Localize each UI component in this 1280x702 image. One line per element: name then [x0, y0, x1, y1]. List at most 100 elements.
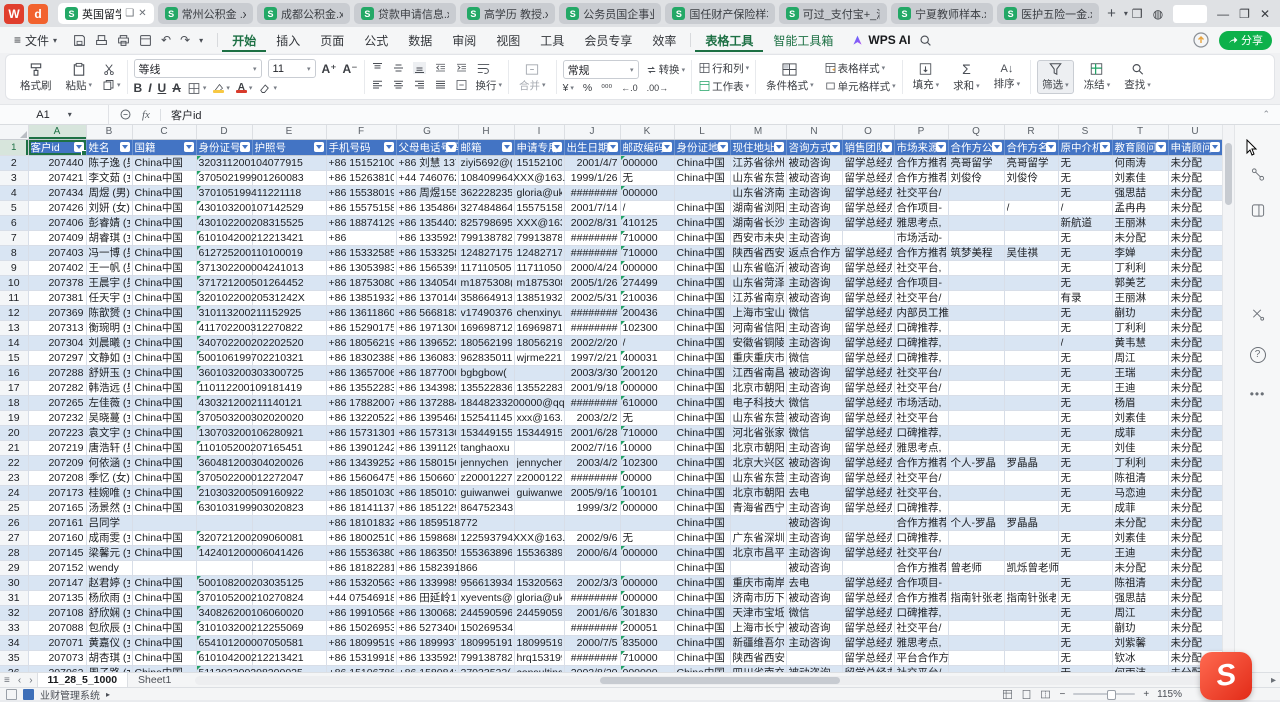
cell[interactable]: +86 56681836 — [396, 305, 458, 320]
cell[interactable]: 207265 — [28, 395, 86, 410]
cell[interactable]: China中国 — [132, 590, 196, 605]
cell[interactable]: 刘妍 (女) — [86, 200, 132, 215]
cell[interactable]: 2005/1/26 — [564, 275, 620, 290]
cell[interactable]: 无 — [1058, 650, 1112, 665]
cell[interactable]: 153205639 — [514, 575, 564, 590]
cell[interactable]: +86 1582391866 — [396, 560, 458, 575]
cell[interactable]: 2000/6/4 — [564, 545, 620, 560]
cell[interactable]: 郭美艺 — [1112, 275, 1168, 290]
cell[interactable]: 370503200302020020 — [196, 410, 252, 425]
sort-button[interactable]: A↓ 排序 — [990, 62, 1025, 92]
cell[interactable]: 微信 — [786, 350, 842, 365]
cell[interactable]: 未分配 — [1168, 515, 1222, 530]
cell[interactable]: 207160 — [28, 530, 86, 545]
cell[interactable]: 王晨宇 (男 — [86, 275, 132, 290]
cell[interactable]: 310103200212255069 — [196, 620, 252, 635]
cell[interactable]: 刘俊伶 — [1004, 170, 1058, 185]
cell[interactable]: +44 7460762888 — [396, 170, 458, 185]
cell[interactable]: 陈祖清 — [1112, 470, 1168, 485]
cell[interactable]: 内部员工推 — [894, 305, 948, 320]
cell[interactable]: 袁文宇 (女 — [86, 425, 132, 440]
filter-dropdown-icon[interactable] — [936, 142, 946, 152]
wps-logo[interactable]: W — [4, 4, 24, 24]
cell[interactable]: +86 田延岭1395 — [396, 590, 458, 605]
redo-icon[interactable]: ↷ — [180, 33, 190, 47]
header-cell[interactable]: 市场来源 — [894, 139, 948, 155]
fill-button[interactable]: 填充 — [909, 61, 944, 93]
row-number[interactable]: 15 — [0, 350, 28, 365]
cell[interactable]: 社交平台/ — [894, 365, 948, 380]
cell[interactable]: +86 18302388 — [326, 350, 396, 365]
cell[interactable]: 207219 — [28, 440, 86, 455]
cell[interactable]: 合作方推荐 — [894, 560, 948, 575]
cell[interactable] — [1004, 575, 1058, 590]
vertical-scrollbar-thumb[interactable] — [1225, 143, 1232, 205]
menu-tab-1[interactable]: 开始 — [222, 29, 266, 52]
cell[interactable]: 207223 — [28, 425, 86, 440]
cell[interactable]: 2001/9/18 — [564, 380, 620, 395]
cell[interactable]: +86 15731301 — [326, 425, 396, 440]
cell[interactable]: 2003/4/2 — [564, 455, 620, 470]
cell[interactable]: 410125 — [620, 215, 674, 230]
cell[interactable]: China中国 — [132, 290, 196, 305]
cell[interactable]: 500108200203035125 — [196, 575, 252, 590]
document-tab[interactable]: S常州公积金 .xlsx — [158, 3, 253, 24]
cell[interactable]: 社交平台/ — [894, 290, 948, 305]
cell[interactable]: 2003/3/30 — [564, 365, 620, 380]
header-cell[interactable]: 邮箱 — [458, 139, 514, 155]
cell[interactable]: 山东省东营 — [730, 170, 786, 185]
cell[interactable]: 411702200312270822 — [196, 320, 252, 335]
cell[interactable]: +86 15332585 — [326, 245, 396, 260]
cell[interactable]: 207304 — [28, 335, 86, 350]
cell[interactable] — [948, 275, 1004, 290]
preview-icon[interactable] — [139, 34, 152, 47]
cell[interactable] — [786, 650, 842, 665]
layout-panel-icon[interactable] — [1250, 203, 1265, 218]
cell[interactable]: 留学总经办 — [842, 380, 894, 395]
cell[interactable]: 153449155 — [514, 425, 564, 440]
cell[interactable]: 主动咨询 — [786, 230, 842, 245]
cell[interactable]: +86 18753080 — [326, 275, 396, 290]
cell[interactable]: +86 1300682663 — [396, 605, 458, 620]
cell[interactable]: China中国 — [674, 245, 730, 260]
cell[interactable]: 陈子逸 (男 — [86, 155, 132, 170]
cell[interactable]: chenxinyur — [514, 305, 564, 320]
help-icon[interactable]: ? — [1250, 347, 1266, 363]
cell[interactable]: 2002/2/20 — [564, 335, 620, 350]
select-all-corner[interactable] — [0, 125, 28, 139]
cell[interactable]: +86 1360831276 — [396, 350, 458, 365]
cell[interactable]: China中国 — [674, 350, 730, 365]
cell[interactable]: 207297 — [28, 350, 86, 365]
cell[interactable]: 湖南省长沙 — [730, 215, 786, 230]
cell[interactable]: 无 — [620, 170, 674, 185]
cell[interactable]: 周江 — [1112, 605, 1168, 620]
fill-handle[interactable] — [81, 150, 87, 156]
cell[interactable]: 未分配 — [1168, 590, 1222, 605]
cell[interactable]: ######## — [564, 470, 620, 485]
cell[interactable] — [842, 230, 894, 245]
cell[interactable]: 430102200208315525 — [196, 215, 252, 230]
row-number[interactable]: 16 — [0, 365, 28, 380]
menu-tab-5[interactable]: 数据 — [398, 29, 442, 52]
cell[interactable]: China中国 — [132, 650, 196, 665]
cell[interactable]: 207173 — [28, 485, 86, 500]
zoom-out-icon[interactable]: − — [1059, 689, 1065, 700]
cell[interactable]: 山东省济南 — [730, 185, 786, 200]
cell[interactable] — [1004, 470, 1058, 485]
cell[interactable] — [1004, 485, 1058, 500]
cell[interactable]: consulting — [514, 665, 564, 672]
cell[interactable]: 强思喆 — [1112, 185, 1168, 200]
cell[interactable]: 留学总经办 — [842, 665, 894, 672]
cell[interactable]: 四川省南充 — [730, 665, 786, 672]
cell[interactable]: China中国 — [674, 440, 730, 455]
row-number[interactable]: 6 — [0, 215, 28, 230]
page-layout-view-icon[interactable] — [1021, 689, 1032, 700]
cell[interactable]: 400031 — [620, 350, 674, 365]
cell[interactable]: 桂婉唯 (女 — [86, 485, 132, 500]
cell[interactable] — [948, 545, 1004, 560]
cell[interactable]: 胡睿琪 (女 — [86, 230, 132, 245]
increase-font-icon[interactable]: A⁺ — [322, 62, 337, 76]
cell[interactable]: 2001/6/6 — [564, 605, 620, 620]
cell[interactable]: 244590596 — [514, 605, 564, 620]
cell[interactable]: 雅思考点, — [894, 215, 948, 230]
